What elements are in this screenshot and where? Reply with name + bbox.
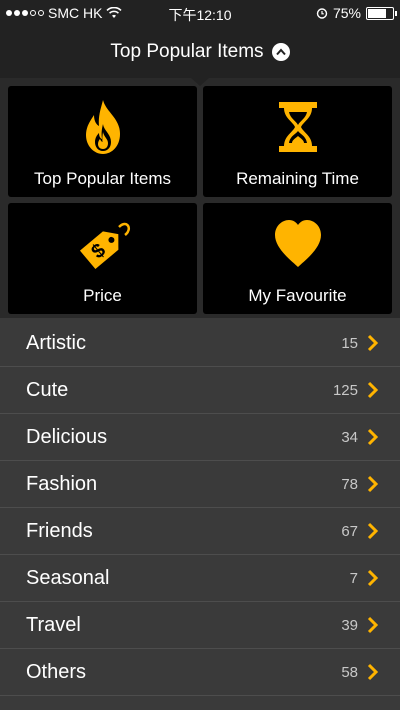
category-count: 78 [341, 475, 358, 493]
list-item-travel[interactable]: Travel 39 [0, 602, 400, 649]
chevron-right-icon [367, 334, 379, 352]
list-item-artistic[interactable]: Artistic 15 [0, 320, 400, 367]
category-list: Artistic 15 Cute 125 Delicious 34 Fashio… [0, 320, 400, 696]
category-count: 67 [341, 522, 358, 540]
category-count: 34 [341, 428, 358, 446]
category-count: 15 [341, 334, 358, 352]
chevron-right-icon [367, 475, 379, 493]
category-name: Travel [26, 613, 81, 636]
filter-tile-grid: Top Popular Items Remaining Time $ Price… [0, 78, 400, 318]
battery-fill [368, 8, 386, 18]
tile-price[interactable]: $ Price [8, 203, 197, 314]
tile-my-favourite[interactable]: My Favourite [203, 203, 392, 314]
nav-bar[interactable]: Top Popular Items [0, 26, 400, 78]
heart-icon [274, 220, 321, 267]
flame-icon [85, 100, 120, 154]
nav-title[interactable]: Top Popular Items [110, 41, 263, 63]
category-name: Delicious [26, 425, 108, 448]
tile-remaining-time[interactable]: Remaining Time [203, 86, 392, 197]
list-item-friends[interactable]: Friends 67 [0, 508, 400, 555]
tile-label: Remaining Time [236, 169, 359, 188]
category-name: Seasonal [26, 566, 110, 589]
chevron-right-icon [367, 522, 379, 540]
tile-label: My Favourite [248, 286, 347, 305]
category-count: 58 [341, 663, 358, 681]
list-item-fashion[interactable]: Fashion 78 [0, 461, 400, 508]
category-name: Artistic [26, 331, 86, 354]
chevron-up-icon[interactable] [271, 43, 290, 61]
chevron-right-icon [367, 569, 379, 587]
chevron-right-icon [367, 428, 379, 446]
price-tag-icon: $ [79, 222, 130, 270]
tile-label: Price [83, 286, 122, 305]
chevron-right-icon [367, 381, 379, 399]
tile-top-popular-items[interactable]: Top Popular Items [8, 86, 197, 197]
chevron-right-icon [367, 663, 379, 681]
hourglass-icon [278, 102, 317, 152]
list-item-others[interactable]: Others 58 [0, 649, 400, 696]
alarm-icon [316, 8, 328, 19]
list-item-cute[interactable]: Cute 125 [0, 367, 400, 414]
chevron-right-icon [367, 616, 379, 634]
category-count: 39 [341, 616, 358, 634]
nav-dropdown-caret [191, 78, 209, 86]
category-name: Friends [26, 519, 93, 542]
status-bar: SMC HK 下午12:10 75% [0, 0, 400, 26]
category-name: Others [26, 660, 87, 683]
battery-icon [366, 6, 397, 20]
status-right: 75% [316, 5, 397, 21]
tile-label: Top Popular Items [33, 169, 171, 188]
category-name: Fashion [26, 472, 98, 495]
category-count: 7 [349, 569, 358, 587]
category-count: 125 [332, 381, 358, 399]
category-name: Cute [26, 378, 69, 401]
list-item-delicious[interactable]: Delicious 34 [0, 414, 400, 461]
battery-percent: 75% [332, 5, 361, 21]
list-item-seasonal[interactable]: Seasonal 7 [0, 555, 400, 602]
